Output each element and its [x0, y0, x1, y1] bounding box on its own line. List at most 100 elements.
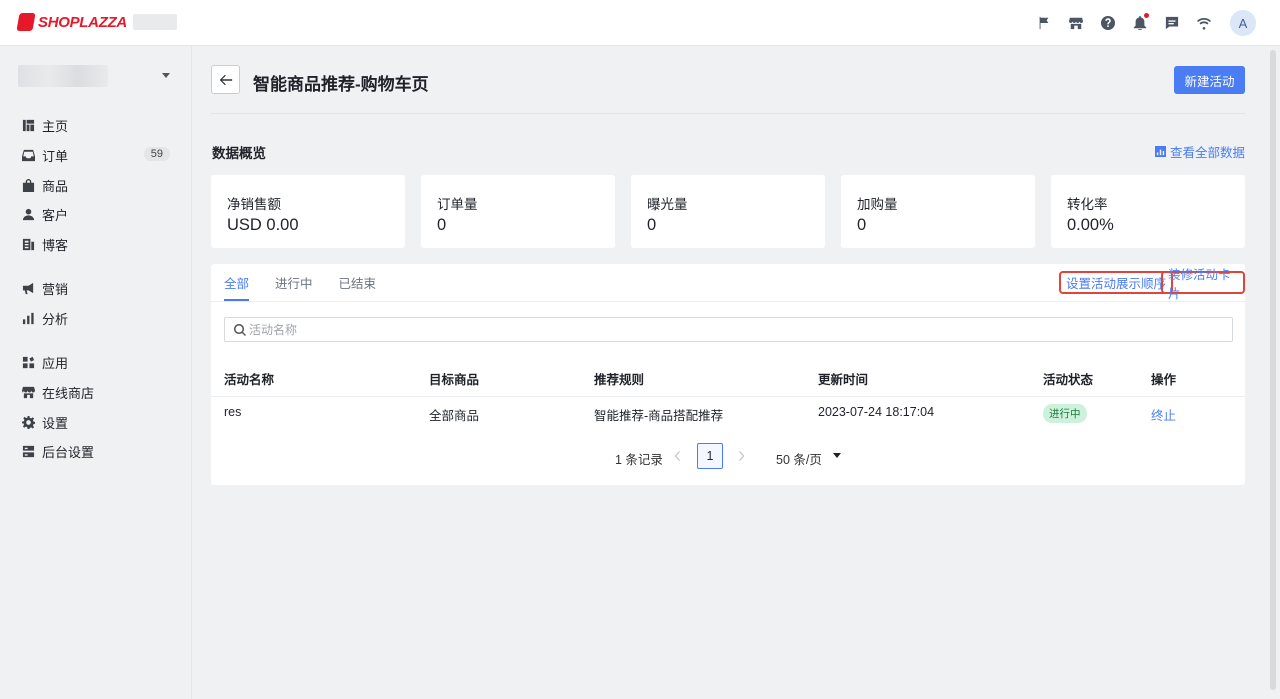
blurred-store-name: [132, 14, 177, 30]
sidebar-item-label: 在线商店: [42, 385, 95, 401]
stat-value: 0: [857, 216, 867, 234]
table-header-divider: [211, 396, 1245, 397]
caret-down-icon: [162, 73, 170, 78]
sidebar-item-online-store[interactable]: 在线商店: [14, 379, 178, 405]
sidebar: 主页 订单 59 商品 客户 博客 营销 分析 应用 在线商店 设置 后台设置: [0, 46, 192, 699]
home-icon: [21, 118, 35, 132]
bar-chart-icon: [21, 311, 35, 325]
search-icon: [234, 323, 246, 336]
logo-mark-icon: [16, 13, 36, 31]
overview-title: 数据概览: [212, 146, 266, 161]
sidebar-item-settings[interactable]: 设置: [14, 409, 178, 435]
chevron-left-icon: [674, 451, 680, 461]
megaphone-icon: [21, 281, 35, 295]
notification-dot: [1144, 13, 1149, 18]
caret-down-icon: [833, 453, 841, 458]
column-header: 目标商品: [429, 373, 480, 387]
tab-in-progress[interactable]: 进行中: [275, 264, 313, 301]
sidebar-item-label: 博客: [42, 237, 69, 253]
set-display-order-link[interactable]: 设置活动展示顺序: [1059, 271, 1174, 294]
search-input[interactable]: [249, 322, 1149, 337]
stat-card-add-to-cart: 加购量 0: [841, 175, 1035, 248]
column-header: 操作: [1151, 373, 1177, 387]
message-icon[interactable]: [1156, 9, 1188, 37]
tab-ended[interactable]: 已结束: [339, 264, 377, 301]
server-icon: [21, 444, 35, 458]
total-records: 1 条记录: [615, 453, 663, 467]
stat-value: 0: [437, 216, 447, 234]
sidebar-item-label: 订单: [42, 148, 69, 164]
target-products-cell: 全部商品: [429, 409, 480, 423]
sidebar-item-label: 客户: [42, 207, 69, 223]
updated-time-cell: 2023-07-24 18:17:04: [818, 405, 935, 419]
column-header: 更新时间: [818, 373, 869, 387]
page-number-current[interactable]: 1: [697, 443, 723, 469]
shoplazza-logo[interactable]: SHOPLAZZA: [16, 13, 177, 31]
sidebar-item-customers[interactable]: 客户: [14, 201, 178, 227]
store-icon[interactable]: [1060, 9, 1092, 37]
avatar[interactable]: A: [1230, 10, 1256, 36]
header-divider: [211, 113, 1245, 114]
arrow-left-icon: [219, 74, 232, 85]
activity-name-cell[interactable]: res: [224, 405, 241, 419]
sidebar-item-label: 主页: [42, 118, 69, 134]
column-header: 活动名称: [224, 373, 275, 387]
next-page-button[interactable]: [728, 443, 754, 469]
sidebar-item-home[interactable]: 主页: [14, 112, 178, 138]
tab-all[interactable]: 全部: [224, 264, 250, 301]
stat-card-conversion-rate: 转化率 0.00%: [1051, 175, 1245, 248]
sidebar-item-blog[interactable]: 博客: [14, 231, 178, 257]
store-icon: [21, 385, 35, 399]
back-button[interactable]: [211, 65, 240, 94]
terminate-link[interactable]: 终止: [1151, 405, 1176, 424]
sidebar-item-label: 应用: [42, 355, 69, 371]
gear-icon: [21, 415, 35, 429]
tabs-divider: [211, 301, 1245, 302]
sidebar-item-analytics[interactable]: 分析: [14, 305, 178, 331]
scrollbar[interactable]: [1269, 50, 1277, 690]
stat-label: 转化率: [1067, 197, 1108, 212]
top-icons: A: [1028, 9, 1256, 37]
wifi-icon[interactable]: [1188, 9, 1220, 37]
orders-count-badge: 59: [143, 147, 170, 161]
view-all-label: 查看全部数据: [1169, 146, 1245, 160]
top-bar: SHOPLAZZA A: [0, 0, 1280, 46]
bell-icon[interactable]: [1124, 9, 1156, 37]
chevron-right-icon: [738, 451, 744, 461]
flag-icon[interactable]: [1028, 9, 1060, 37]
sidebar-item-admin-settings[interactable]: 后台设置: [14, 438, 178, 464]
help-icon[interactable]: [1092, 9, 1124, 37]
stat-card-impressions: 曝光量 0: [631, 175, 825, 248]
prev-page-button[interactable]: [664, 443, 690, 469]
view-all-data-link[interactable]: 查看全部数据: [1154, 142, 1245, 161]
stat-card-orders: 订单量 0: [421, 175, 615, 248]
new-activity-button[interactable]: 新建活动: [1174, 66, 1245, 94]
stat-value: USD 0.00: [227, 216, 299, 234]
column-header: 活动状态: [1043, 373, 1094, 387]
page-title: 智能商品推荐-购物车页: [253, 75, 429, 94]
column-header: 推荐规则: [594, 373, 645, 387]
stat-label: 曝光量: [647, 197, 688, 212]
activity-panel: 全部 进行中 已结束 设置活动展示顺序 装修活动卡片 活动名称 目标商品 推荐规…: [211, 264, 1245, 485]
store-selector[interactable]: [18, 64, 176, 88]
sidebar-item-label: 设置: [42, 415, 69, 431]
sidebar-item-products[interactable]: 商品: [14, 172, 178, 198]
decorate-card-link[interactable]: 装修活动卡片: [1161, 268, 1245, 301]
recommend-rule-cell: 智能推荐-商品搭配推荐: [594, 409, 724, 423]
blurred-store-name: [18, 65, 108, 87]
page-size-select[interactable]: 50 条/页: [776, 449, 822, 468]
stat-value: 0.00%: [1067, 216, 1114, 234]
chart-icon: [1154, 146, 1166, 157]
search-field[interactable]: [224, 317, 1233, 342]
sidebar-item-apps[interactable]: 应用: [14, 349, 178, 375]
sidebar-item-orders[interactable]: 订单 59: [14, 142, 178, 168]
scrollbar-thumb[interactable]: [1270, 50, 1276, 690]
blog-icon: [21, 237, 35, 251]
sidebar-item-label: 营销: [42, 281, 69, 297]
status-tabs: 全部 进行中 已结束: [224, 264, 402, 301]
logo-text: SHOPLAZZA: [38, 13, 127, 31]
sidebar-item-marketing[interactable]: 营销: [14, 275, 178, 301]
user-icon: [21, 207, 35, 221]
stat-label: 加购量: [857, 197, 898, 212]
stat-value: 0: [647, 216, 657, 234]
